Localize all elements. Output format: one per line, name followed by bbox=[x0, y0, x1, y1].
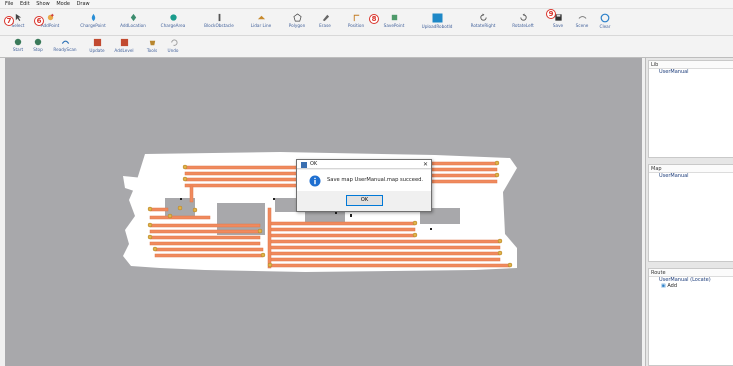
add-point-icon bbox=[47, 13, 54, 21]
save-success-dialog: OK ✕ Save map UserManual.map succeed. OK bbox=[296, 159, 432, 212]
stop-button[interactable]: Stop bbox=[30, 36, 46, 58]
stop-icon bbox=[34, 38, 42, 46]
charge-point-button[interactable]: ChargePoint bbox=[78, 9, 108, 36]
dialog-message: Save map UserManual.map succeed. bbox=[327, 177, 424, 183]
app-icon bbox=[301, 161, 307, 168]
update-icon bbox=[93, 38, 101, 47]
lidar-line-icon bbox=[257, 15, 265, 20]
charge-point-icon bbox=[91, 13, 95, 22]
callout-badge-6: 6 bbox=[34, 16, 44, 26]
erase-icon bbox=[322, 14, 329, 22]
menu-file[interactable]: File bbox=[5, 0, 13, 9]
erase-button[interactable]: Erase bbox=[314, 9, 336, 36]
add-level-icon bbox=[120, 38, 128, 47]
main-toolbar: Select AddPoint ChargePoint AddLocation … bbox=[0, 9, 733, 36]
update-button[interactable]: Update bbox=[86, 36, 108, 58]
upload-robot-button[interactable]: UploadRobotId bbox=[414, 9, 460, 36]
dialog-title-bar: OK ✕ bbox=[297, 160, 431, 169]
rotate-right-button[interactable]: RotateRight bbox=[466, 9, 500, 36]
add-level-button[interactable]: AddLevel bbox=[112, 36, 136, 58]
map-panel-title: Map bbox=[649, 165, 733, 173]
rotate-right-icon bbox=[479, 13, 487, 21]
map-panel: Map UserManual bbox=[648, 164, 733, 262]
map-canvas[interactable] bbox=[5, 58, 642, 366]
rotate-left-icon bbox=[519, 13, 527, 21]
side-panel: Lib UserManual Map UserManual Route User… bbox=[645, 58, 733, 366]
charge-area-icon bbox=[169, 14, 177, 21]
clear-button[interactable]: Clear bbox=[595, 9, 615, 36]
save-point-icon bbox=[391, 14, 397, 21]
clear-icon bbox=[600, 13, 610, 23]
obstacle-icon bbox=[218, 13, 220, 22]
rotate-left-button[interactable]: RotateLeft bbox=[506, 9, 540, 36]
undo-icon bbox=[170, 39, 178, 46]
map-tree-item[interactable]: UserManual bbox=[649, 173, 733, 179]
polygon-button[interactable]: Polygon bbox=[284, 9, 310, 36]
route-add-item[interactable]: ▣ Add bbox=[649, 283, 733, 289]
dialog-close-button[interactable]: ✕ bbox=[423, 160, 428, 169]
block-obstacle-button[interactable]: BlockObstacle bbox=[198, 9, 240, 36]
position-icon bbox=[353, 14, 359, 22]
tools-icon bbox=[149, 40, 155, 46]
map-drawing bbox=[123, 152, 517, 272]
route-add-label: Add bbox=[667, 283, 678, 289]
menu-show[interactable]: Show bbox=[36, 0, 50, 9]
scene-button[interactable]: Scene bbox=[572, 9, 592, 36]
lib-tree-item[interactable]: UserManual bbox=[649, 69, 733, 75]
position-button[interactable]: Position bbox=[344, 9, 368, 36]
route-panel: Route UserManual (Locate) ▣ Add bbox=[648, 268, 733, 366]
save-point-button[interactable]: SavePoint bbox=[380, 9, 408, 36]
ok-button[interactable]: OK bbox=[346, 195, 383, 206]
secondary-toolbar: Start Stop ReadyScan Update AddLevel Too… bbox=[0, 36, 733, 58]
scan-icon bbox=[61, 40, 69, 44]
lib-panel-title: Lib bbox=[649, 61, 733, 69]
start-icon bbox=[14, 38, 22, 46]
add-location-button[interactable]: AddLocation bbox=[118, 9, 148, 36]
menu-bar: File Edit Show Mode Draw bbox=[0, 0, 733, 9]
undo-button[interactable]: Undo bbox=[164, 36, 182, 58]
route-panel-title: Route bbox=[649, 269, 733, 277]
menu-mode[interactable]: Mode bbox=[56, 0, 70, 9]
obstacle-block bbox=[305, 212, 345, 222]
lidar-line-button[interactable]: Lidar Line bbox=[246, 9, 276, 36]
callout-badge-9: 9 bbox=[546, 9, 556, 19]
callout-badge-8: 8 bbox=[369, 14, 379, 24]
menu-edit[interactable]: Edit bbox=[20, 0, 30, 9]
add-icon: ▣ bbox=[661, 283, 666, 289]
location-icon bbox=[130, 13, 136, 22]
callout-badge-7: 7 bbox=[4, 16, 14, 26]
polygon-icon bbox=[292, 13, 302, 22]
menu-draw[interactable]: Draw bbox=[77, 0, 90, 9]
tools-button[interactable]: Tools bbox=[142, 36, 162, 58]
upload-icon bbox=[432, 13, 442, 23]
start-button[interactable]: Start bbox=[10, 36, 26, 58]
charge-area-button[interactable]: ChargeArea bbox=[156, 9, 190, 36]
dialog-body: Save map UserManual.map succeed. bbox=[297, 170, 431, 191]
dialog-title: OK bbox=[310, 161, 318, 167]
info-icon bbox=[309, 175, 321, 187]
scene-icon bbox=[578, 16, 586, 19]
ready-scan-button[interactable]: ReadyScan bbox=[52, 36, 78, 58]
cursor-icon bbox=[15, 13, 21, 22]
lib-panel: Lib UserManual bbox=[648, 60, 733, 158]
